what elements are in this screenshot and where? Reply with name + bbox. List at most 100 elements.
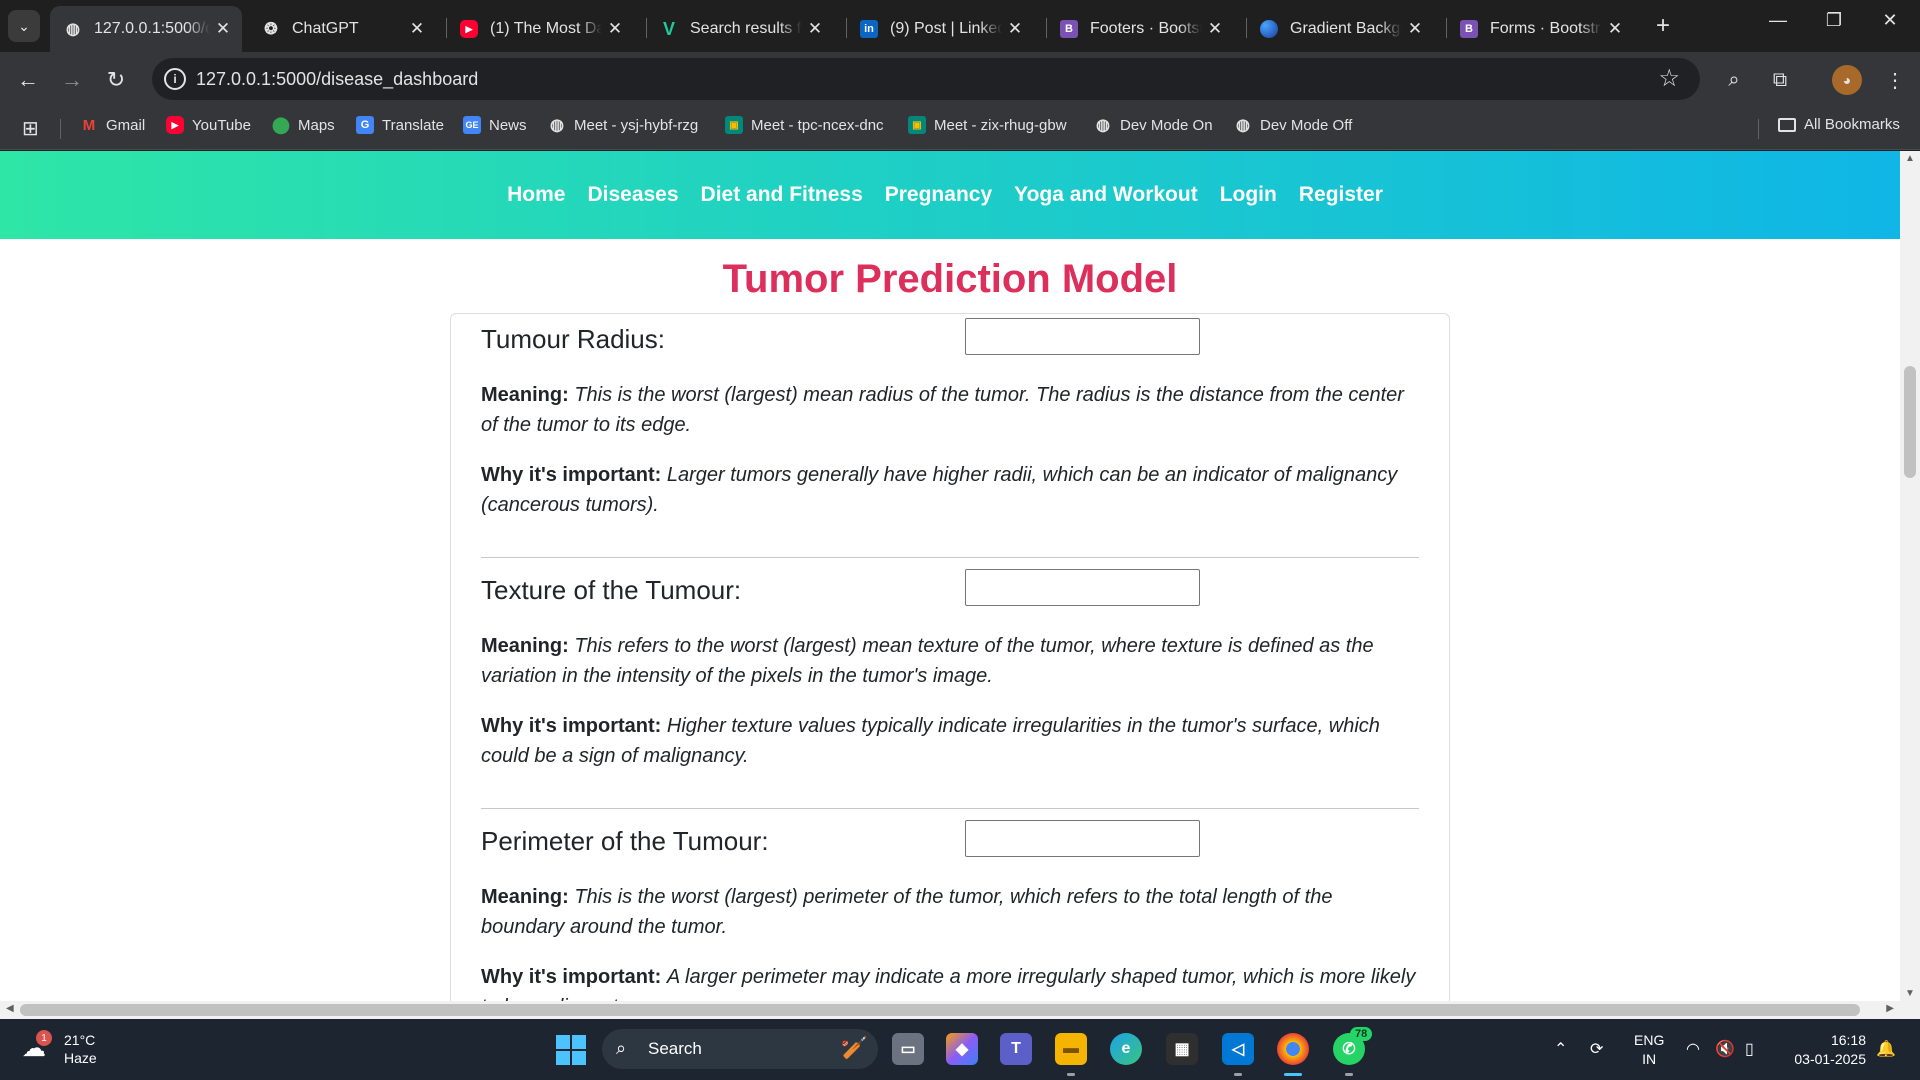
reload-button[interactable]: ↻ [100,64,132,96]
importance-label: Why it's important: [481,464,662,486]
close-icon[interactable]: ✕ [1002,19,1028,39]
file-explorer-icon[interactable]: ▬ [1055,1033,1087,1065]
nav-pregnancy[interactable]: Pregnancy [885,183,992,207]
tab-title: (9) Post | LinkedIn [890,20,1002,37]
tab-linkedin[interactable]: in (9) Post | LinkedIn ✕ [846,6,1034,52]
task-view-icon[interactable]: ▭ [892,1033,924,1065]
bookmark-dev-mode-on[interactable]: ◍ Dev Mode On [1094,116,1213,135]
extensions-icon[interactable]: ⧉ [1765,65,1795,95]
language-indicator[interactable]: ENG IN [1634,1031,1664,1069]
bookmark-meet-3[interactable]: ▣ Meet - zix-rhug-gbw [908,116,1067,134]
scroll-down-arrow-icon[interactable]: ▼ [1900,988,1920,999]
tab-bootstrap-forms[interactable]: B Forms · Bootstrap ✕ [1446,6,1634,52]
windows-start-icon[interactable] [556,1035,586,1065]
bookmark-dev-mode-off[interactable]: ◍ Dev Mode Off [1234,116,1352,135]
tab-chatgpt[interactable]: ❂ ChatGPT ✕ [248,6,436,52]
globe-icon: ◍ [1096,117,1110,134]
tab-active[interactable]: ◍ 127.0.0.1:5000/disease_dashboard ✕ [50,6,242,52]
nav-register[interactable]: Register [1299,183,1383,207]
scroll-up-arrow-icon[interactable]: ▲ [1900,153,1920,164]
edge-icon[interactable]: e [1110,1033,1142,1065]
battery-icon[interactable]: ▯ [1745,1039,1754,1059]
copilot-icon[interactable]: ◆ [946,1033,978,1065]
bookmark-label: Maps [298,116,335,134]
apps-grid-icon[interactable]: ⊞ [22,116,39,141]
sync-icon[interactable]: ⟳ [1590,1039,1603,1059]
close-icon[interactable]: ✕ [210,19,236,39]
nav-login[interactable]: Login [1220,183,1277,207]
weather-widget[interactable]: ☁ 1 21°C Haze [22,1030,97,1067]
tumour-radius-input[interactable] [965,318,1200,355]
site-navbar: Home Diseases Diet and Fitness Pregnancy… [0,151,1900,239]
bookmark-maps[interactable]: ⬤ Maps [272,116,335,135]
taskbar-search[interactable]: ⌕ Search 🏏 [602,1029,878,1069]
teams-icon[interactable]: T [1000,1033,1032,1065]
vertical-scroll-thumb[interactable] [1904,366,1916,478]
address-bar[interactable]: i 127.0.0.1:5000/disease_dashboard ☆ [152,58,1700,100]
bookmark-label: Gmail [106,116,146,134]
tumour-perimeter-input[interactable] [965,820,1200,857]
field-label: Tumour Radius: [481,324,665,354]
importance-text: Why it's important: Higher texture value… [481,711,1419,771]
bookmark-youtube[interactable]: ▶ YouTube [166,116,251,134]
meaning-body: This is the worst (largest) perimeter of… [481,886,1333,938]
url-text[interactable]: 127.0.0.1:5000/disease_dashboard [196,69,478,90]
bootstrap-icon: B [1060,20,1078,38]
tab-bootstrap-footers[interactable]: B Footers · Bootstrap ✕ [1046,6,1234,52]
field-label: Texture of the Tumour: [481,575,742,605]
lens-icon[interactable]: ⌕ [1719,65,1749,95]
nav-home[interactable]: Home [507,183,565,207]
field-divider [481,557,1419,558]
back-button[interactable]: ← [12,64,44,96]
profile-avatar[interactable]: ◕ [1832,65,1862,95]
site-info-icon[interactable]: i [164,68,186,90]
restore-button[interactable]: ❐ [1814,10,1854,31]
bookmark-news[interactable]: GE News [463,116,527,134]
new-tab-button[interactable]: + [1648,12,1678,40]
all-bookmarks[interactable]: All Bookmarks [1778,116,1900,133]
close-icon[interactable]: ✕ [802,19,828,39]
close-icon[interactable]: ✕ [1602,19,1628,39]
scroll-right-arrow-icon[interactable]: ▶ [1886,1003,1894,1014]
close-icon[interactable]: ✕ [1202,19,1228,39]
chrome-icon[interactable] [1277,1033,1309,1065]
tab-title: Forms · Bootstrap [1490,20,1602,37]
minimize-button[interactable]: — [1758,10,1798,31]
close-icon[interactable]: ✕ [1402,19,1428,39]
tumour-texture-input[interactable] [965,569,1200,606]
nav-diet-fitness[interactable]: Diet and Fitness [701,183,863,207]
meaning-label: Meaning: [481,886,569,908]
chatgpt-icon: ❂ [264,21,278,38]
vscode-icon[interactable]: ◁ [1222,1033,1254,1065]
horizontal-scrollbar[interactable]: ◀ ▶ [0,1001,1900,1019]
bookmark-meet-1[interactable]: ◍ Meet - ysj-hybf-rzg [548,116,698,135]
bookmark-translate[interactable]: G Translate [356,116,444,134]
search-label: Search [648,1039,702,1058]
nav-diseases[interactable]: Diseases [587,183,678,207]
horizontal-scroll-thumb[interactable] [20,1004,1860,1016]
youtube-icon: ▶ [460,20,478,38]
scroll-left-arrow-icon[interactable]: ◀ [6,1003,14,1014]
wifi-icon[interactable]: ◠ [1686,1039,1700,1059]
microsoft-store-icon[interactable]: ▦ [1166,1033,1198,1065]
bookmark-gmail[interactable]: M Gmail [80,116,145,134]
notifications-bell-icon[interactable]: 🔔 [1876,1039,1896,1059]
bookmark-meet-2[interactable]: ▣ Meet - tpc-ncex-dnc [725,116,884,134]
tab-search-results[interactable]: V Search results for ✕ [646,6,834,52]
forward-button[interactable]: → [56,64,88,96]
nav-yoga-workout[interactable]: Yoga and Workout [1014,183,1198,207]
close-window-button[interactable]: ✕ [1870,10,1910,31]
vertical-scrollbar[interactable]: ▲ ▼ [1900,151,1920,1001]
meaning-text: Meaning: This refers to the worst (large… [481,631,1419,691]
tab-search-button[interactable]: ⌄ [8,10,40,42]
volume-muted-icon[interactable]: 🔇 [1715,1039,1735,1059]
clock[interactable]: 16:18 03-01-2025 [1786,1031,1866,1069]
close-icon[interactable]: ✕ [602,19,628,39]
show-hidden-icons-icon[interactable]: ⌃ [1554,1039,1567,1059]
close-icon[interactable]: ✕ [404,19,430,39]
bookmark-star-icon[interactable]: ☆ [1658,64,1680,93]
tab-youtube[interactable]: ▶ (1) The Most Dangerous ✕ [446,6,634,52]
tab-gradient-background[interactable]: Gradient Background ✕ [1246,6,1434,52]
news-icon: GE [463,116,481,134]
menu-kebab-icon[interactable]: ⋮ [1880,65,1910,95]
